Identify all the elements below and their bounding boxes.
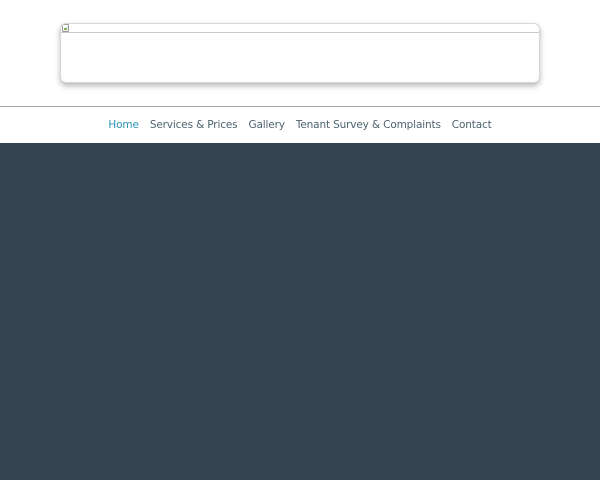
- nav-item-gallery[interactable]: Gallery: [249, 120, 286, 131]
- nav-item-services-prices[interactable]: Services & Prices: [150, 120, 238, 131]
- page: Home Services & Prices Gallery Tenant Su…: [0, 0, 600, 480]
- broken-image-icon: [62, 24, 69, 32]
- nav-item-contact[interactable]: Contact: [452, 120, 492, 131]
- banner-image: [61, 24, 539, 33]
- main-navigation: Home Services & Prices Gallery Tenant Su…: [0, 107, 600, 143]
- site-header: [0, 0, 600, 106]
- main-content-area: [0, 143, 600, 480]
- header-banner: [60, 23, 540, 83]
- nav-item-tenant-survey-complaints[interactable]: Tenant Survey & Complaints: [296, 120, 441, 131]
- nav-item-home[interactable]: Home: [108, 120, 139, 131]
